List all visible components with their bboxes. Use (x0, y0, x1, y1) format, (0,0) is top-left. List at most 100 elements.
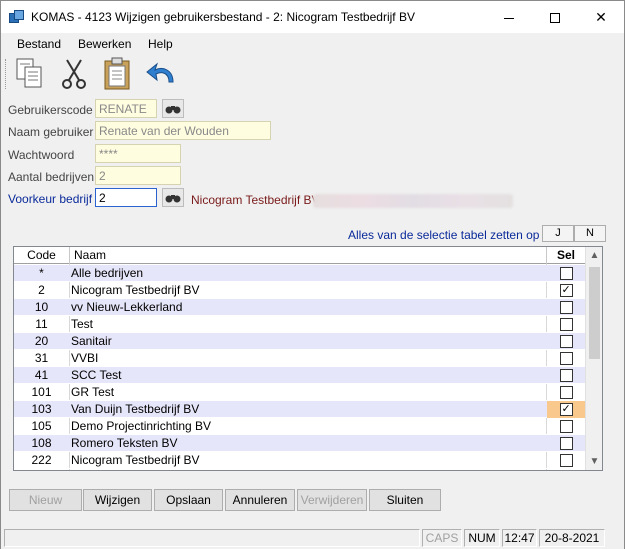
cell-code: 222 (31, 453, 52, 467)
maximize-button[interactable] (532, 1, 578, 33)
table-row[interactable]: 101 GR Test (14, 384, 585, 401)
cell-code: 41 (34, 368, 49, 382)
window-title: KOMAS - 4123 Wijzigen gebruikersbestand … (31, 10, 415, 24)
cell-naam: Nicogram Testbedrijf BV (71, 283, 200, 297)
naam-field[interactable]: Renate van der Wouden (95, 121, 271, 140)
scroll-up-icon[interactable]: ▲ (586, 247, 602, 264)
select-checkbox[interactable] (559, 420, 573, 433)
select-checkbox[interactable] (559, 318, 573, 331)
status-caps: CAPS (422, 529, 462, 547)
cell-code: 103 (31, 402, 52, 416)
close-icon: ✕ (595, 9, 607, 25)
toolbar-grip (5, 59, 8, 89)
table-row[interactable]: 31 VVBI (14, 350, 585, 367)
sluiten-button[interactable]: Sluiten (369, 489, 441, 511)
column-sel[interactable]: Sel (547, 247, 585, 264)
cell-naam: Sanitair (71, 334, 112, 348)
cell-naam: GR Test (71, 385, 115, 399)
table-scrollbar[interactable]: ▲ ▼ (585, 247, 602, 470)
column-code[interactable]: Code (14, 247, 70, 264)
cell-naam: Romero Teksten BV (71, 436, 178, 450)
cell-sel (547, 333, 585, 350)
binoculars-icon (165, 106, 181, 114)
wijzigen-button[interactable]: Wijzigen (83, 489, 152, 511)
cell-sel (547, 350, 585, 367)
table-row[interactable]: 20 Sanitair (14, 333, 585, 350)
cell-code: 101 (31, 385, 52, 399)
column-naam[interactable]: Naam (70, 247, 547, 264)
select-checkbox[interactable] (559, 352, 573, 365)
select-checkbox[interactable] (559, 301, 573, 314)
table-row[interactable]: 105 Demo Projectinrichting BV (14, 418, 585, 435)
cell-sel: ✓ (547, 282, 585, 299)
cell-sel (547, 452, 585, 469)
select-checkbox[interactable] (559, 335, 573, 348)
table-row[interactable]: 2 Nicogram Testbedrijf BV ✓ (14, 282, 585, 299)
wachtwoord-label: Wachtwoord (8, 148, 75, 162)
wachtwoord-field[interactable]: **** (95, 144, 181, 163)
cell-naam: vv Nieuw-Lekkerland (71, 300, 183, 314)
table-row[interactable]: * Alle bedrijven (14, 265, 585, 282)
copy-icon[interactable] (13, 56, 47, 92)
select-checkbox[interactable]: ✓ (559, 284, 573, 297)
cell-code: 20 (34, 334, 49, 348)
voorkeur-bedrijf-input[interactable]: 2 (95, 188, 157, 207)
close-button[interactable]: ✕ (578, 1, 624, 33)
binoculars-icon (165, 195, 181, 203)
cell-code: 11 (35, 317, 48, 331)
menu-bestand[interactable]: Bestand (17, 37, 61, 51)
cell-code: * (39, 266, 44, 280)
cell-sel: ✓ (547, 401, 585, 418)
paste-icon[interactable] (101, 56, 135, 92)
select-checkbox[interactable]: ✓ (559, 403, 573, 416)
menu-bar: Bestand Bewerken Help (1, 33, 624, 55)
select-checkbox[interactable] (559, 386, 573, 399)
aantal-bedrijven-field[interactable]: 2 (95, 166, 181, 185)
minimize-icon (504, 17, 514, 19)
cell-sel (547, 299, 585, 316)
annuleren-button[interactable]: Annuleren (225, 489, 295, 511)
status-bar: CAPS NUM 12:47 20-8-2021 (1, 527, 624, 549)
table-row[interactable]: 103 Van Duijn Testbedrijf BV ✓ (14, 401, 585, 418)
voorkeur-company-name: Nicogram Testbedrijf BV (191, 193, 320, 207)
minimize-button[interactable] (486, 1, 532, 33)
cell-naam: VVBI (71, 351, 99, 365)
select-all-no-button[interactable]: N (574, 225, 606, 242)
nieuw-button[interactable]: Nieuw (9, 489, 82, 511)
table-row[interactable]: 41 SCC Test (14, 367, 585, 384)
table-row[interactable]: 11 Test (14, 316, 585, 333)
cell-code: 10 (34, 300, 49, 314)
menu-help[interactable]: Help (148, 37, 173, 51)
select-checkbox[interactable] (559, 437, 573, 450)
gebruikerscode-field[interactable]: RENATE (95, 99, 157, 118)
table-row[interactable]: 108 Romero Teksten BV (14, 435, 585, 452)
cell-naam: Alle bedrijven (71, 266, 144, 280)
app-window: KOMAS - 4123 Wijzigen gebruikersbestand … (0, 0, 625, 549)
cut-icon[interactable] (57, 56, 91, 92)
table-row[interactable]: 222 Nicogram Testbedrijf BV (14, 452, 585, 469)
menu-bewerken[interactable]: Bewerken (78, 37, 131, 51)
select-checkbox[interactable] (559, 267, 573, 280)
toolbar (1, 56, 624, 94)
select-all-yes-button[interactable]: J (542, 225, 574, 242)
status-time: 12:47 (502, 529, 537, 547)
checkmark-icon: ✓ (561, 284, 571, 296)
select-checkbox[interactable] (559, 454, 573, 467)
maximize-icon (550, 13, 560, 24)
cell-code: 31 (34, 351, 49, 365)
scroll-down-icon[interactable]: ▼ (586, 453, 602, 470)
lookup-company-button[interactable] (162, 188, 184, 207)
title-bar: KOMAS - 4123 Wijzigen gebruikersbestand … (1, 1, 624, 33)
cell-naam: Van Duijn Testbedrijf BV (71, 402, 200, 416)
verwijderen-button[interactable]: Verwijderen (297, 489, 367, 511)
cell-code: 2 (38, 283, 45, 297)
cell-sel (547, 384, 585, 401)
opslaan-button[interactable]: Opslaan (154, 489, 223, 511)
cell-sel (547, 435, 585, 452)
table-row[interactable]: 10 vv Nieuw-Lekkerland (14, 299, 585, 316)
select-checkbox[interactable] (559, 369, 573, 382)
lookup-user-button[interactable] (162, 99, 184, 118)
cell-sel (547, 316, 585, 333)
undo-icon[interactable] (145, 56, 179, 92)
scroll-thumb[interactable] (589, 267, 600, 359)
